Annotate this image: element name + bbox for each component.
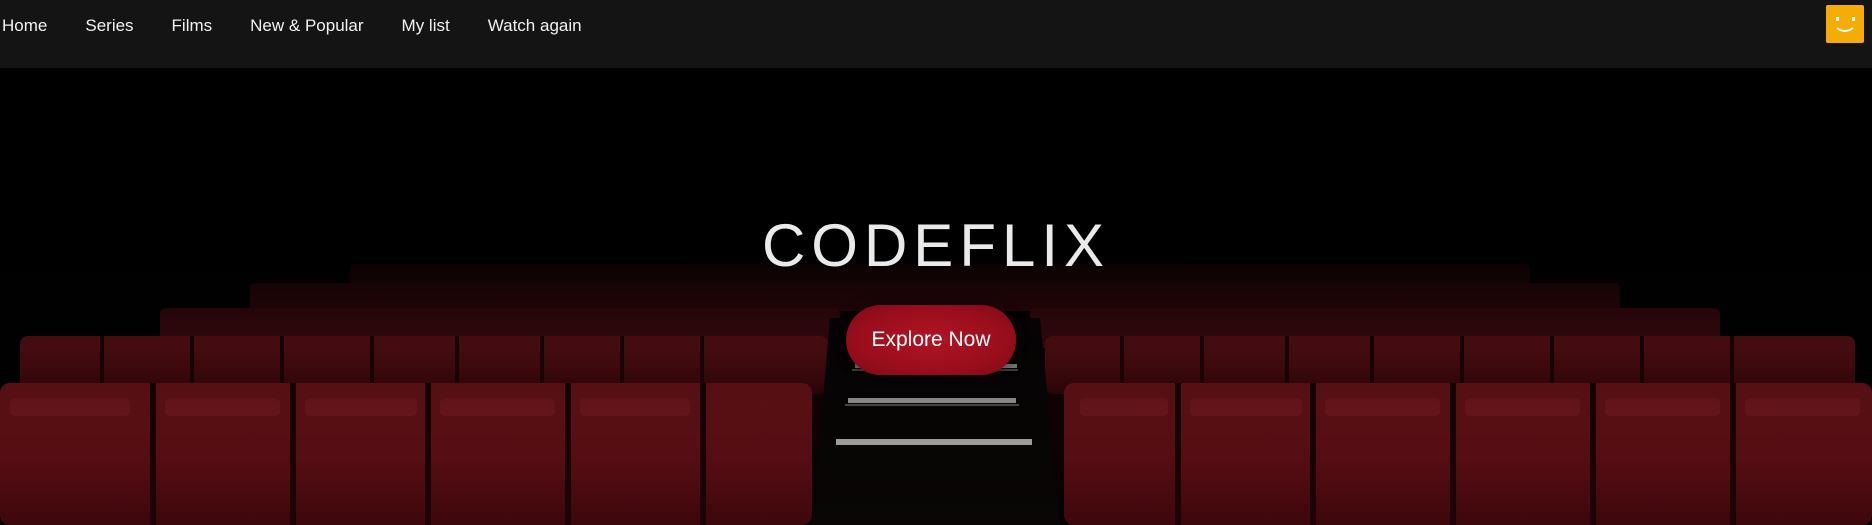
nav-link-films[interactable]: Films (172, 16, 213, 36)
top-navbar: Home Series Films New & Popular My list … (0, 0, 1872, 68)
nav-link-my-list[interactable]: My list (402, 16, 450, 36)
avatar[interactable] (1826, 5, 1864, 43)
cinema-seats-image (0, 68, 1872, 525)
nav-link-series[interactable]: Series (85, 16, 133, 36)
nav-link-new-popular[interactable]: New & Popular (250, 16, 363, 36)
nav-links: Home Series Films New & Popular My list … (2, 0, 620, 52)
nav-link-watch-again[interactable]: Watch again (488, 16, 582, 36)
nav-link-home[interactable]: Home (2, 16, 47, 36)
smiley-face-icon (1836, 17, 1855, 32)
hero-title: CODEFLIX (761, 212, 1111, 279)
explore-now-button[interactable]: Explore Now (846, 305, 1016, 375)
hero-section: CODEFLIX Explore Now (0, 68, 1872, 525)
